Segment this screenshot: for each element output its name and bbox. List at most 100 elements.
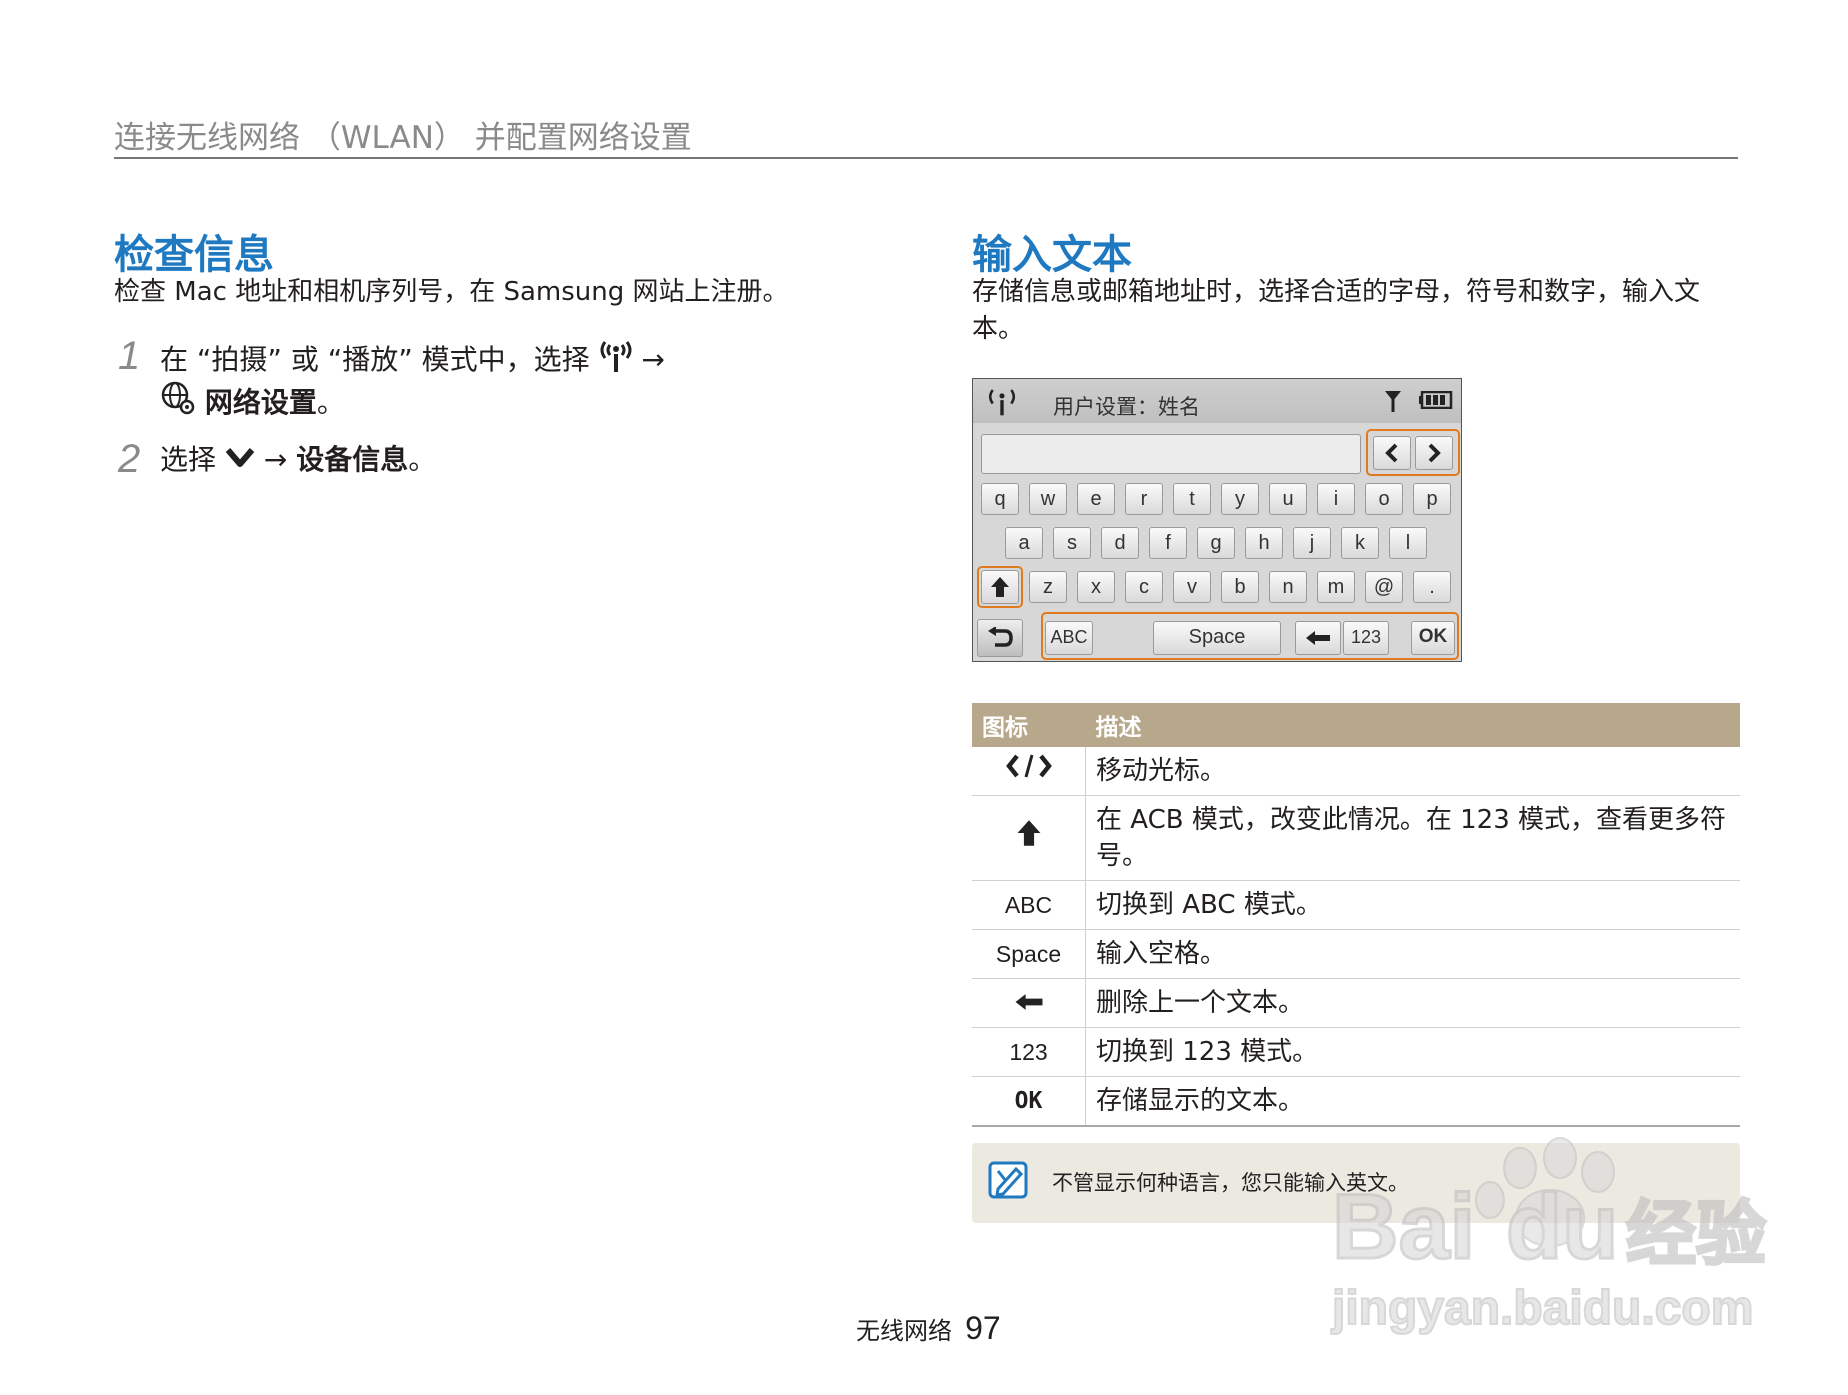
key-b[interactable]: b bbox=[1221, 571, 1259, 603]
key-q[interactable]: q bbox=[981, 483, 1019, 515]
key-s[interactable]: s bbox=[1053, 527, 1091, 559]
key-t[interactable]: t bbox=[1173, 483, 1211, 515]
cursor-right-button[interactable] bbox=[1415, 436, 1453, 470]
step-text: 选择 bbox=[160, 443, 217, 476]
key-l[interactable]: l bbox=[1389, 527, 1427, 559]
section-heading-input-text: 输入文本 bbox=[972, 232, 1132, 278]
key-i[interactable]: i bbox=[1317, 483, 1355, 515]
step-2: 2 bbox=[118, 437, 140, 482]
backspace-button[interactable] bbox=[1295, 621, 1341, 655]
step-number: 2 bbox=[118, 437, 141, 481]
page-number: 97 bbox=[965, 1310, 1001, 1346]
row-icon-abc: ABC bbox=[972, 880, 1086, 930]
abc-mode-button[interactable]: ABC bbox=[1045, 621, 1093, 655]
step-2-text: 选择 → 设备信息。 bbox=[160, 439, 436, 482]
key-y[interactable]: y bbox=[1221, 483, 1259, 515]
shift-button[interactable] bbox=[981, 570, 1019, 604]
punct: 。 bbox=[316, 386, 345, 419]
svg-text:jingyan.baidu.com: jingyan.baidu.com bbox=[1331, 1282, 1753, 1335]
backspace-arrow-icon bbox=[972, 978, 1086, 1028]
step-text: 在 “拍摄” 或 “播放” 模式中，选择 bbox=[160, 343, 590, 376]
row-icon-ok: OK bbox=[972, 1076, 1086, 1127]
key-d[interactable]: d bbox=[1101, 527, 1139, 559]
arrow: → bbox=[263, 443, 288, 476]
key-k[interactable]: k bbox=[1341, 527, 1379, 559]
arrow: → bbox=[641, 343, 665, 376]
col-header-description: 描述 bbox=[1085, 703, 1740, 747]
text-input-field[interactable] bbox=[981, 434, 1361, 474]
row-icon-123: 123 bbox=[972, 1027, 1086, 1077]
col-header-icon: 图标 bbox=[972, 703, 1086, 747]
step-1-text: 在 “拍摄” 或 “播放” 模式中，选择 → bbox=[160, 336, 665, 386]
shift-up-icon bbox=[972, 795, 1086, 881]
menu-network-settings: 网络设置 bbox=[204, 386, 317, 419]
key-w[interactable]: w bbox=[1029, 483, 1067, 515]
table-row: Space 输入空格。 bbox=[972, 929, 1740, 979]
step-1: 1 bbox=[118, 334, 140, 379]
row-description: 删除上一个文本。 bbox=[1085, 978, 1740, 1028]
step-number: 1 bbox=[118, 334, 141, 378]
step-1-text-line2: 网络设置。 bbox=[160, 380, 345, 428]
svg-text:Bai: Bai bbox=[1332, 1176, 1475, 1278]
row-description: 输入空格。 bbox=[1085, 929, 1740, 979]
table-row: 移动光标。 bbox=[972, 747, 1740, 796]
camera-keyboard-screen: 用户设置：姓名 q w e r t y u i o p a s d f g h … bbox=[972, 378, 1462, 662]
num-mode-button[interactable]: 123 bbox=[1343, 621, 1389, 655]
key-j[interactable]: j bbox=[1293, 527, 1331, 559]
key-z[interactable]: z bbox=[1029, 571, 1067, 603]
camera-screen-title: 用户设置：姓名 bbox=[1053, 395, 1200, 419]
page-header-title: 连接无线网络 （WLAN） 并配置网络设置 bbox=[114, 120, 692, 156]
key-v[interactable]: v bbox=[1173, 571, 1211, 603]
table-row: ABC 切换到 ABC 模式。 bbox=[972, 880, 1740, 930]
key-m[interactable]: m bbox=[1317, 571, 1355, 603]
wlan-icon bbox=[987, 385, 1017, 421]
section-description-check-info: 检查 Mac 地址和相机序列号，在 Samsung 网站上注册。 bbox=[114, 277, 789, 307]
row-description: 移动光标。 bbox=[1085, 747, 1740, 796]
note-icon bbox=[988, 1159, 1030, 1205]
key-c[interactable]: c bbox=[1125, 571, 1163, 603]
section-description-input-text: 存储信息或邮箱地址时，选择合适的字母，符号和数字，输入文本。 bbox=[972, 277, 1701, 344]
key-period[interactable]: . bbox=[1413, 571, 1451, 603]
key-a[interactable]: a bbox=[1005, 527, 1043, 559]
row-description: 切换到 123 模式。 bbox=[1085, 1027, 1740, 1077]
battery-icon bbox=[1419, 390, 1453, 413]
icon-description-table: 图标 描述 移动光标。 在 ACB 模式，改变此情况。在 123 模式，查看更多… bbox=[972, 703, 1740, 1127]
baidu-watermark: Bai du 经验 jingyan.baidu.com bbox=[1310, 1128, 1780, 1342]
row-description: 存储显示的文本。 bbox=[1085, 1076, 1740, 1127]
cursor-left-button[interactable] bbox=[1373, 436, 1411, 470]
table-row: 删除上一个文本。 bbox=[972, 978, 1740, 1028]
cursor-arrows-icon bbox=[972, 747, 1086, 796]
row-icon-space: Space bbox=[972, 929, 1086, 979]
camera-top-bar: 用户设置：姓名 bbox=[973, 379, 1461, 423]
key-r[interactable]: r bbox=[1125, 483, 1163, 515]
ok-button[interactable]: OK bbox=[1411, 621, 1455, 655]
table-row: 在 ACB 模式，改变此情况。在 123 模式，查看更多符号。 bbox=[972, 795, 1740, 881]
wlan-icon bbox=[599, 336, 633, 386]
header-divider bbox=[114, 157, 1738, 159]
key-f[interactable]: f bbox=[1149, 527, 1187, 559]
punct: 。 bbox=[408, 443, 437, 476]
table-row: 123 切换到 123 模式。 bbox=[972, 1027, 1740, 1077]
chevron-down-icon bbox=[225, 440, 255, 482]
key-p[interactable]: p bbox=[1413, 483, 1451, 515]
space-button[interactable]: Space bbox=[1153, 621, 1281, 655]
key-u[interactable]: u bbox=[1269, 483, 1307, 515]
table-row: OK 存储显示的文本。 bbox=[972, 1076, 1740, 1127]
key-e[interactable]: e bbox=[1077, 483, 1115, 515]
key-at[interactable]: @ bbox=[1365, 571, 1403, 603]
key-h[interactable]: h bbox=[1245, 527, 1283, 559]
key-g[interactable]: g bbox=[1197, 527, 1235, 559]
svg-text:du: du bbox=[1506, 1176, 1618, 1278]
key-n[interactable]: n bbox=[1269, 571, 1307, 603]
page-footer: 无线网络 97 bbox=[856, 1310, 1001, 1347]
svg-text:经验: 经验 bbox=[1626, 1193, 1766, 1275]
key-o[interactable]: o bbox=[1365, 483, 1403, 515]
network-settings-icon bbox=[160, 380, 196, 428]
antenna-icon bbox=[1383, 389, 1403, 417]
key-x[interactable]: x bbox=[1077, 571, 1115, 603]
row-description: 在 ACB 模式，改变此情况。在 123 模式，查看更多符号。 bbox=[1085, 795, 1740, 881]
section-heading-check-info: 检查信息 bbox=[114, 232, 274, 278]
row-description: 切换到 ABC 模式。 bbox=[1085, 880, 1740, 930]
table-header-row: 图标 描述 bbox=[972, 703, 1740, 747]
back-button[interactable] bbox=[977, 619, 1023, 657]
